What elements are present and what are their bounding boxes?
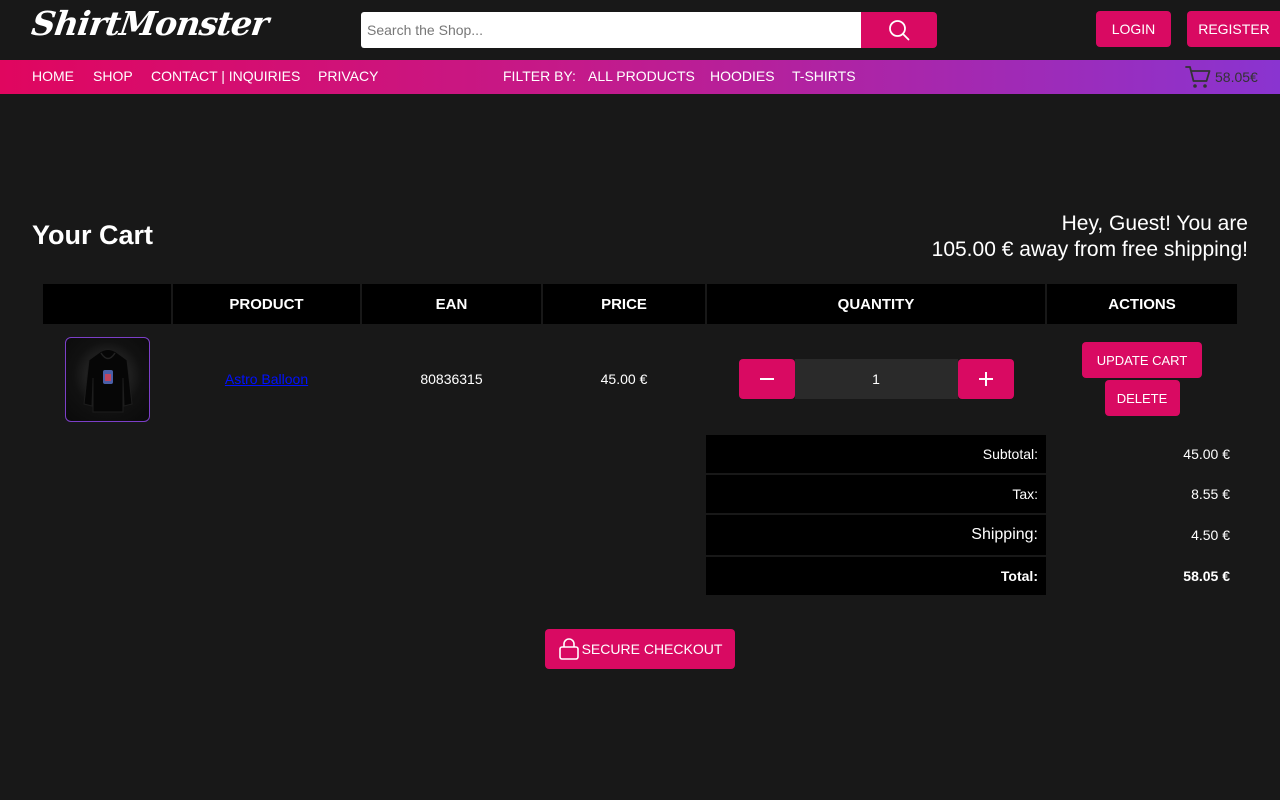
shipping-row: Shipping: 4.50 € [706, 515, 1239, 555]
nav-link-shop[interactable]: SHOP [93, 60, 133, 94]
subtotal-row: Subtotal: 45.00 € [706, 435, 1239, 473]
table-row: Astro Balloon 80836315 45.00 € UPDATE CA… [43, 326, 1237, 432]
hoodie-image [82, 348, 133, 412]
mini-cart-total: 58.05€ [1215, 69, 1258, 85]
nav-link-contact[interactable]: CONTACT | INQUIRIES [151, 60, 300, 94]
quantity-input[interactable] [794, 359, 958, 399]
filter-all-products[interactable]: ALL PRODUCTS [588, 60, 695, 94]
subtotal-label: Subtotal: [706, 435, 1046, 473]
nav-link-home[interactable]: HOME [32, 60, 74, 94]
nav-bar: HOME SHOP CONTACT | INQUIRIES PRIVACY FI… [0, 60, 1280, 94]
update-cart-button[interactable]: UPDATE CART [1082, 342, 1202, 378]
shipping-value: 4.50 € [1191, 527, 1230, 543]
site-logo[interactable]: ShirtMonster [29, 4, 270, 43]
minus-icon [759, 378, 774, 380]
subtotal-value: 45.00 € [1183, 446, 1230, 462]
secure-checkout-label: SECURE CHECKOUT [581, 641, 723, 657]
cart-table: PRODUCT EAN PRICE QUANTITY ACTIONS Astro… [41, 282, 1239, 434]
column-header-price: PRICE [543, 284, 705, 324]
cart-icon [1185, 66, 1211, 88]
tax-value: 8.55 € [1191, 486, 1230, 502]
top-bar: ShirtMonster LOGIN REGISTER [0, 0, 1280, 60]
tax-label: Tax: [706, 475, 1046, 513]
product-cell: Astro Balloon [173, 326, 360, 432]
shipping-message-line-1: Hey, Guest! You are [1061, 212, 1248, 235]
product-image[interactable] [64, 336, 150, 422]
column-header-ean: EAN [362, 284, 541, 324]
page-title: Your Cart [32, 220, 154, 250]
column-header-image [43, 284, 171, 324]
register-button[interactable]: REGISTER [1187, 11, 1280, 47]
shipping-label: Shipping: [706, 515, 1046, 555]
column-header-product: PRODUCT [173, 284, 360, 324]
search-button[interactable] [861, 12, 937, 48]
tax-row: Tax: 8.55 € [706, 475, 1239, 513]
plus-icon [978, 372, 993, 386]
free-shipping-message: Hey, Guest! You are 105.00 € away from f… [932, 211, 1248, 263]
order-totals: Subtotal: 45.00 € Tax: 8.55 € Shipping: … [706, 435, 1239, 597]
login-button[interactable]: LOGIN [1096, 11, 1171, 47]
mini-cart[interactable]: 58.05€ [1185, 64, 1258, 90]
filter-t-shirts[interactable]: T-SHIRTS [792, 60, 856, 94]
increase-quantity-button[interactable] [957, 359, 1014, 399]
total-row: Total: 58.05 € [706, 557, 1239, 595]
decrease-quantity-button[interactable] [738, 359, 795, 399]
search-bar [361, 12, 937, 48]
price-cell: 45.00 € [600, 371, 648, 387]
shipping-message-line-2: 105.00 € away from free shipping! [931, 238, 1248, 261]
product-link[interactable]: Astro Balloon [225, 371, 308, 387]
product-image-cell [43, 326, 171, 432]
ean-cell: 80836315 [420, 371, 483, 387]
filter-hoodies[interactable]: HOODIES [710, 60, 775, 94]
nav-link-privacy[interactable]: PRIVACY [318, 60, 378, 94]
lock-icon [558, 638, 579, 660]
actions-cell: UPDATE CART DELETE [1047, 326, 1237, 432]
quantity-stepper [707, 359, 1045, 399]
total-label: Total: [706, 557, 1046, 595]
delete-button[interactable]: DELETE [1104, 380, 1180, 416]
quantity-cell [707, 326, 1045, 432]
column-header-quantity: QUANTITY [707, 284, 1045, 324]
total-value: 58.05 € [1183, 568, 1230, 584]
row-actions: UPDATE CART DELETE [1047, 342, 1237, 416]
column-header-actions: ACTIONS [1047, 284, 1237, 324]
secure-checkout-button[interactable]: SECURE CHECKOUT [545, 629, 735, 669]
filter-label: FILTER BY: [503, 68, 576, 84]
search-input[interactable] [361, 12, 861, 48]
search-icon [889, 20, 910, 41]
cart-table-header: PRODUCT EAN PRICE QUANTITY ACTIONS [43, 284, 1237, 324]
